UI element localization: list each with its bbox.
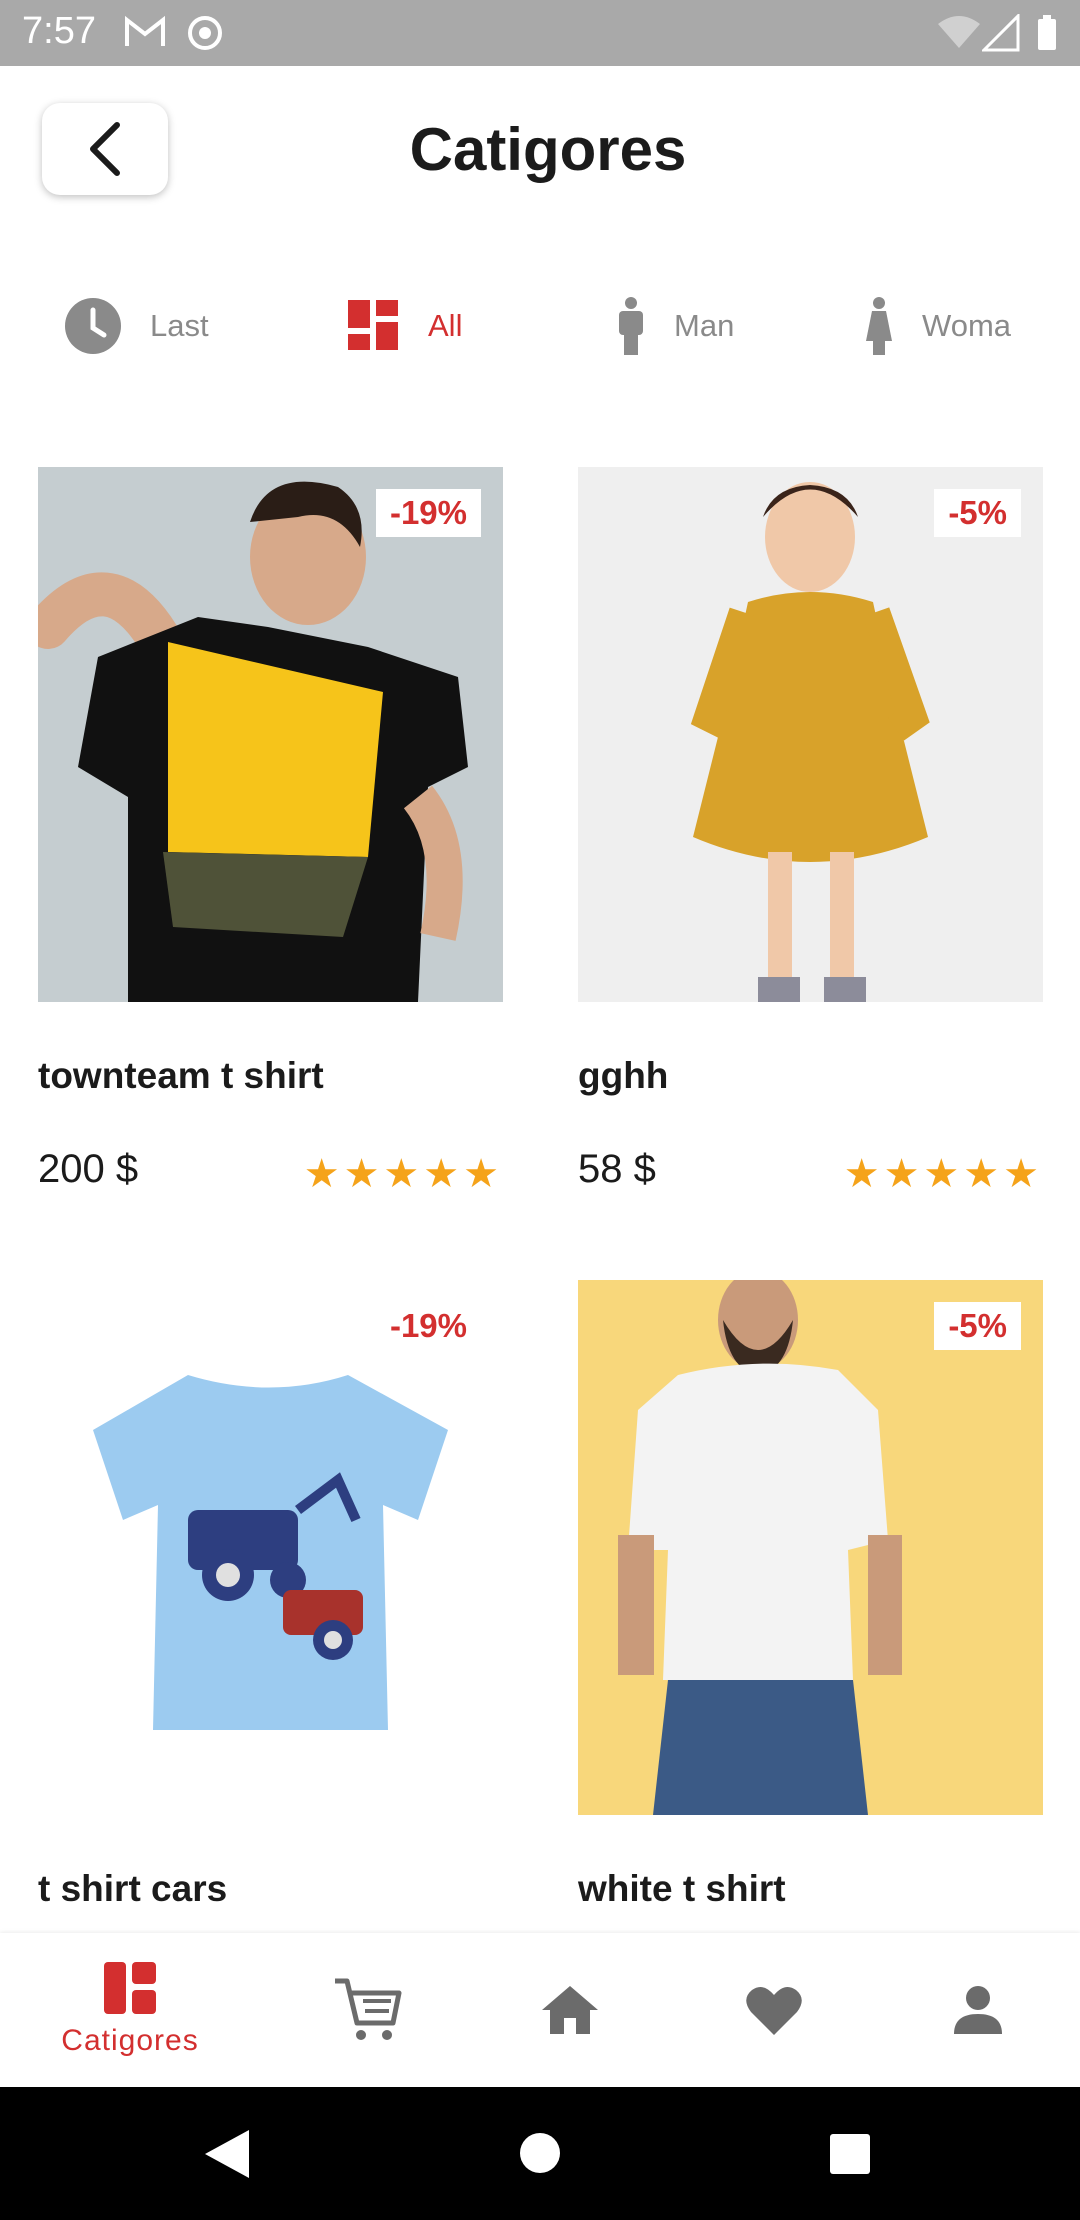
status-bar: 7:57 (0, 0, 1080, 66)
product-name: white t shirt (578, 1868, 786, 1909)
tab-man[interactable]: Man (616, 290, 734, 362)
categories-icon (104, 1962, 156, 2014)
product-name: gghh (578, 1055, 669, 1096)
gmail-icon (125, 15, 165, 46)
wifi-icon (938, 16, 980, 48)
product-price: 200 $ (38, 1147, 139, 1191)
signal-icon (982, 14, 1020, 52)
system-navigation-bar (0, 2087, 1080, 2220)
sync-icon (188, 16, 222, 50)
status-time: 7:57 (22, 10, 96, 52)
clock-icon (65, 298, 121, 354)
nav-cart[interactable] (318, 1933, 418, 2087)
woman-icon (866, 297, 892, 355)
nav-categories[interactable]: Catigores (40, 1933, 220, 2087)
battery-icon (1038, 15, 1056, 50)
product-image[interactable]: -19% (38, 467, 503, 1002)
product-name: townteam t shirt (38, 1055, 324, 1096)
home-circle-icon[interactable] (520, 2133, 560, 2173)
product-image[interactable]: -5% (578, 467, 1043, 1002)
product-price: 58 $ (578, 1147, 656, 1191)
tab-label: All (428, 308, 463, 343)
person-icon (954, 1986, 1002, 2034)
cart-icon (335, 1978, 402, 2040)
product-image[interactable]: -5% (578, 1280, 1043, 1815)
tab-all[interactable]: All (348, 290, 462, 362)
dashboard-icon (348, 300, 398, 350)
tab-label: Man (674, 308, 735, 343)
nav-home[interactable] (520, 1933, 620, 2087)
recents-square-icon[interactable] (830, 2134, 870, 2174)
heart-icon (746, 1986, 802, 2035)
nav-profile[interactable] (928, 1933, 1028, 2087)
rating-stars: ★★★★★ (303, 1152, 503, 1196)
man-icon (619, 297, 643, 355)
bottom-navigation: Catigores (0, 1933, 1080, 2087)
tab-label: Last (150, 308, 209, 343)
page-title: Catigores (409, 116, 687, 183)
discount-badge: -5% (934, 1302, 1021, 1350)
nav-label: Catigores (61, 2024, 199, 2057)
discount-badge: -19% (375, 489, 481, 537)
tab-label: Woma (922, 308, 1012, 343)
discount-badge: -5% (934, 489, 1021, 537)
nav-favorites[interactable] (724, 1933, 824, 2087)
tab-last[interactable]: Last (64, 290, 209, 362)
home-icon (542, 1986, 598, 2034)
product-image[interactable]: -19% (38, 1280, 503, 1815)
tab-woman[interactable]: Woma (864, 290, 1011, 362)
back-triangle-icon[interactable] (205, 2130, 249, 2178)
rating-stars: ★★★★★ (843, 1152, 1043, 1196)
discount-badge: -19% (375, 1302, 481, 1350)
product-name: t shirt cars (38, 1868, 228, 1909)
